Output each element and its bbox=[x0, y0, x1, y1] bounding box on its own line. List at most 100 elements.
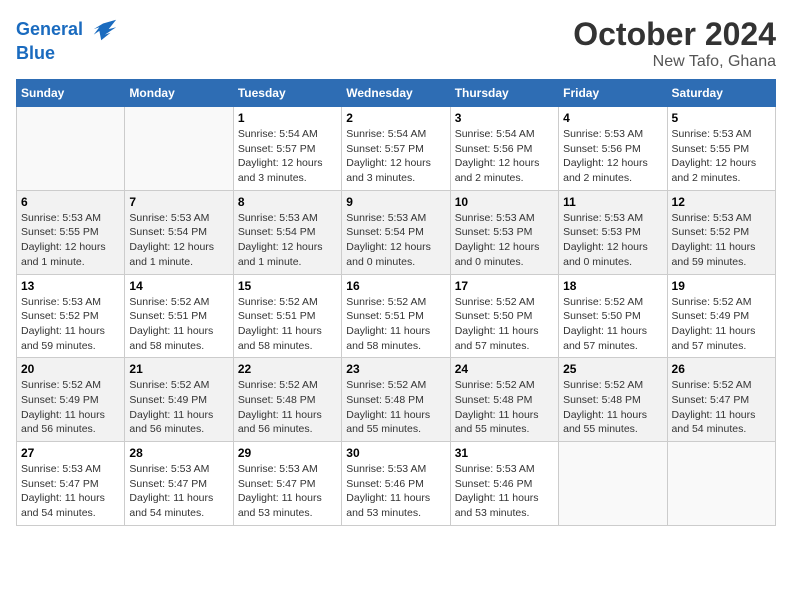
title-block: October 2024 New Tafo, Ghana bbox=[573, 16, 776, 71]
day-info: Sunrise: 5:54 AM Sunset: 5:57 PM Dayligh… bbox=[346, 127, 445, 186]
calendar-cell: 17 Sunrise: 5:52 AM Sunset: 5:50 PM Dayli… bbox=[450, 274, 558, 358]
day-number: 26 bbox=[672, 362, 771, 376]
day-number: 2 bbox=[346, 111, 445, 125]
day-number: 16 bbox=[346, 279, 445, 293]
day-number: 27 bbox=[21, 446, 120, 460]
day-number: 9 bbox=[346, 195, 445, 209]
logo-general: General bbox=[16, 19, 83, 39]
calendar-week-row: 6 Sunrise: 5:53 AM Sunset: 5:55 PM Daylig… bbox=[17, 190, 776, 274]
calendar-cell: 31 Sunrise: 5:53 AM Sunset: 5:46 PM Dayli… bbox=[450, 442, 558, 526]
day-info: Sunrise: 5:53 AM Sunset: 5:46 PM Dayligh… bbox=[346, 462, 445, 521]
weekday-row: SundayMondayTuesdayWednesdayThursdayFrid… bbox=[17, 80, 776, 107]
day-info: Sunrise: 5:52 AM Sunset: 5:51 PM Dayligh… bbox=[238, 295, 337, 354]
day-number: 21 bbox=[129, 362, 228, 376]
day-info: Sunrise: 5:53 AM Sunset: 5:53 PM Dayligh… bbox=[563, 211, 662, 270]
day-info: Sunrise: 5:52 AM Sunset: 5:48 PM Dayligh… bbox=[238, 378, 337, 437]
calendar-cell: 28Sunrise: 5:53 AM Sunset: 5:47 PM Dayli… bbox=[125, 442, 233, 526]
day-number: 13 bbox=[21, 279, 120, 293]
calendar-cell: 1 Sunrise: 5:54 AM Sunset: 5:57 PM Daylig… bbox=[233, 107, 341, 191]
day-info: Sunrise: 5:53 AM Sunset: 5:54 PM Dayligh… bbox=[238, 211, 337, 270]
calendar-cell: 20Sunrise: 5:52 AM Sunset: 5:49 PM Dayli… bbox=[17, 358, 125, 442]
day-info: Sunrise: 5:52 AM Sunset: 5:50 PM Dayligh… bbox=[563, 295, 662, 354]
calendar-cell bbox=[559, 442, 667, 526]
day-info: Sunrise: 5:52 AM Sunset: 5:48 PM Dayligh… bbox=[455, 378, 554, 437]
calendar-week-row: 13 Sunrise: 5:53 AM Sunset: 5:52 PM Dayli… bbox=[17, 274, 776, 358]
calendar-cell: 25 Sunrise: 5:52 AM Sunset: 5:48 PM Dayli… bbox=[559, 358, 667, 442]
calendar-cell bbox=[125, 107, 233, 191]
calendar-cell: 27 Sunrise: 5:53 AM Sunset: 5:47 PM Dayli… bbox=[17, 442, 125, 526]
calendar-week-row: 27 Sunrise: 5:53 AM Sunset: 5:47 PM Dayli… bbox=[17, 442, 776, 526]
calendar-cell: 13 Sunrise: 5:53 AM Sunset: 5:52 PM Dayli… bbox=[17, 274, 125, 358]
day-number: 29 bbox=[238, 446, 337, 460]
calendar-cell: 19Sunrise: 5:52 AM Sunset: 5:49 PM Dayli… bbox=[667, 274, 775, 358]
calendar-cell: 14 Sunrise: 5:52 AM Sunset: 5:51 PM Dayli… bbox=[125, 274, 233, 358]
calendar-cell: 15 Sunrise: 5:52 AM Sunset: 5:51 PM Dayli… bbox=[233, 274, 341, 358]
month-title: October 2024 bbox=[573, 16, 776, 53]
calendar-cell: 3Sunrise: 5:54 AM Sunset: 5:56 PM Daylig… bbox=[450, 107, 558, 191]
day-number: 28 bbox=[129, 446, 228, 460]
calendar-cell: 22Sunrise: 5:52 AM Sunset: 5:48 PM Dayli… bbox=[233, 358, 341, 442]
day-number: 20 bbox=[21, 362, 120, 376]
day-info: Sunrise: 5:53 AM Sunset: 5:52 PM Dayligh… bbox=[672, 211, 771, 270]
day-info: Sunrise: 5:52 AM Sunset: 5:51 PM Dayligh… bbox=[129, 295, 228, 354]
day-info: Sunrise: 5:53 AM Sunset: 5:56 PM Dayligh… bbox=[563, 127, 662, 186]
day-number: 19 bbox=[672, 279, 771, 293]
day-number: 23 bbox=[346, 362, 445, 376]
calendar-cell: 30 Sunrise: 5:53 AM Sunset: 5:46 PM Dayli… bbox=[342, 442, 450, 526]
day-number: 31 bbox=[455, 446, 554, 460]
location-title: New Tafo, Ghana bbox=[573, 53, 776, 71]
calendar-cell: 2 Sunrise: 5:54 AM Sunset: 5:57 PM Daylig… bbox=[342, 107, 450, 191]
calendar-cell: 23 Sunrise: 5:52 AM Sunset: 5:48 PM Dayli… bbox=[342, 358, 450, 442]
day-number: 17 bbox=[455, 279, 554, 293]
calendar-cell bbox=[17, 107, 125, 191]
weekday-header: Friday bbox=[559, 80, 667, 107]
calendar-cell: 29 Sunrise: 5:53 AM Sunset: 5:47 PM Dayli… bbox=[233, 442, 341, 526]
day-info: Sunrise: 5:54 AM Sunset: 5:56 PM Dayligh… bbox=[455, 127, 554, 186]
day-number: 30 bbox=[346, 446, 445, 460]
calendar-cell: 24 Sunrise: 5:52 AM Sunset: 5:48 PM Dayli… bbox=[450, 358, 558, 442]
day-info: Sunrise: 5:53 AM Sunset: 5:52 PM Dayligh… bbox=[21, 295, 120, 354]
day-number: 15 bbox=[238, 279, 337, 293]
day-info: Sunrise: 5:52 AM Sunset: 5:48 PM Dayligh… bbox=[346, 378, 445, 437]
day-number: 11 bbox=[563, 195, 662, 209]
calendar-week-row: 20 Sunrise: 5:52 AM Sunset: 5:49 PM Dayli… bbox=[17, 358, 776, 442]
day-number: 6 bbox=[21, 195, 120, 209]
day-info: Sunrise: 5:52 AM Sunset: 5:48 PM Dayligh… bbox=[563, 378, 662, 437]
weekday-header: Wednesday bbox=[342, 80, 450, 107]
day-info: Sunrise: 5:53 AM Sunset: 5:55 PM Dayligh… bbox=[21, 211, 120, 270]
calendar-cell: 26Sunrise: 5:52 AM Sunset: 5:47 PM Dayli… bbox=[667, 358, 775, 442]
logo-bird-icon bbox=[90, 16, 118, 44]
calendar-cell: 7 Sunrise: 5:53 AM Sunset: 5:54 PM Daylig… bbox=[125, 190, 233, 274]
day-info: Sunrise: 5:53 AM Sunset: 5:54 PM Dayligh… bbox=[129, 211, 228, 270]
day-info: Sunrise: 5:54 AM Sunset: 5:57 PM Dayligh… bbox=[238, 127, 337, 186]
day-info: Sunrise: 5:52 AM Sunset: 5:51 PM Dayligh… bbox=[346, 295, 445, 354]
calendar-cell: 8 Sunrise: 5:53 AM Sunset: 5:54 PM Daylig… bbox=[233, 190, 341, 274]
calendar-cell: 4 Sunrise: 5:53 AM Sunset: 5:56 PM Daylig… bbox=[559, 107, 667, 191]
weekday-header: Saturday bbox=[667, 80, 775, 107]
day-number: 8 bbox=[238, 195, 337, 209]
day-number: 12 bbox=[672, 195, 771, 209]
calendar-cell bbox=[667, 442, 775, 526]
calendar-cell: 10Sunrise: 5:53 AM Sunset: 5:53 PM Dayli… bbox=[450, 190, 558, 274]
day-info: Sunrise: 5:53 AM Sunset: 5:55 PM Dayligh… bbox=[672, 127, 771, 186]
calendar-cell: 16 Sunrise: 5:52 AM Sunset: 5:51 PM Dayli… bbox=[342, 274, 450, 358]
day-info: Sunrise: 5:53 AM Sunset: 5:47 PM Dayligh… bbox=[238, 462, 337, 521]
calendar-cell: 12 Sunrise: 5:53 AM Sunset: 5:52 PM Dayli… bbox=[667, 190, 775, 274]
calendar-cell: 9 Sunrise: 5:53 AM Sunset: 5:54 PM Daylig… bbox=[342, 190, 450, 274]
day-info: Sunrise: 5:52 AM Sunset: 5:50 PM Dayligh… bbox=[455, 295, 554, 354]
day-number: 7 bbox=[129, 195, 228, 209]
day-number: 14 bbox=[129, 279, 228, 293]
calendar-week-row: 1 Sunrise: 5:54 AM Sunset: 5:57 PM Daylig… bbox=[17, 107, 776, 191]
day-info: Sunrise: 5:53 AM Sunset: 5:47 PM Dayligh… bbox=[21, 462, 120, 521]
calendar-header: SundayMondayTuesdayWednesdayThursdayFrid… bbox=[17, 80, 776, 107]
day-info: Sunrise: 5:53 AM Sunset: 5:54 PM Dayligh… bbox=[346, 211, 445, 270]
day-number: 4 bbox=[563, 111, 662, 125]
day-number: 24 bbox=[455, 362, 554, 376]
day-number: 25 bbox=[563, 362, 662, 376]
day-number: 1 bbox=[238, 111, 337, 125]
day-number: 5 bbox=[672, 111, 771, 125]
calendar-table: SundayMondayTuesdayWednesdayThursdayFrid… bbox=[16, 79, 776, 526]
day-info: Sunrise: 5:53 AM Sunset: 5:46 PM Dayligh… bbox=[455, 462, 554, 521]
day-info: Sunrise: 5:52 AM Sunset: 5:49 PM Dayligh… bbox=[129, 378, 228, 437]
page-header: General Blue October 2024 New Tafo, Ghan… bbox=[16, 16, 776, 71]
